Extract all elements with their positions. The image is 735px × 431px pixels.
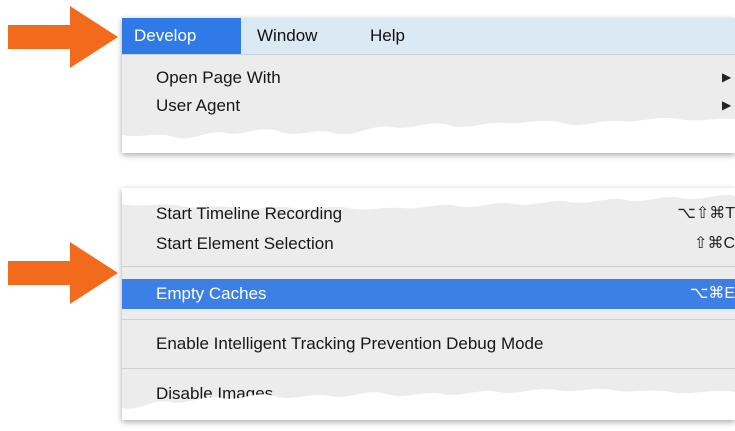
menu-help[interactable]: Help — [358, 18, 417, 54]
arrow-right-icon — [8, 6, 118, 68]
keyboard-shortcut: ⇧⌘C — [694, 235, 735, 252]
menu-item-empty-caches[interactable]: Empty Caches ⌥⌘E — [122, 279, 735, 309]
menu-item-label: Empty Caches — [156, 284, 267, 303]
develop-menu-bottom-fragment: Start Timeline Recording ⌥⇧⌘T Start Elem… — [122, 188, 735, 420]
menu-develop[interactable]: Develop — [122, 18, 241, 54]
torn-edge — [122, 117, 735, 153]
menu-separator — [122, 319, 735, 320]
menu-window[interactable]: Window — [245, 18, 329, 54]
menu-item-label: Start Element Selection — [156, 234, 334, 253]
menu-item-enable-itp-debug-mode[interactable]: Enable Intelligent Tracking Prevention D… — [122, 330, 735, 357]
menu-item-label: Open Page With — [156, 68, 281, 87]
menu-item-open-page-with[interactable]: Open Page With ▶ — [122, 64, 735, 91]
torn-edge — [122, 388, 735, 420]
arrow-right-icon — [8, 242, 118, 304]
keyboard-shortcut: ⌥⇧⌘T — [677, 205, 735, 222]
submenu-triangle-icon: ▶ — [722, 70, 732, 84]
menu-item-start-timeline-recording[interactable]: Start Timeline Recording ⌥⇧⌘T — [122, 200, 735, 227]
menu-bar: Develop Window Help — [122, 18, 735, 55]
develop-menu-top-fragment: Develop Window Help Open Page With ▶ Use… — [122, 18, 735, 153]
menu-separator — [122, 368, 735, 369]
menu-item-label: Start Timeline Recording — [156, 204, 343, 223]
menu-item-label: Enable Intelligent Tracking Prevention D… — [156, 334, 544, 353]
menu-item-start-element-selection[interactable]: Start Element Selection ⇧⌘C — [122, 230, 735, 257]
menu-separator — [122, 266, 735, 267]
keyboard-shortcut: ⌥⌘E — [689, 285, 735, 302]
